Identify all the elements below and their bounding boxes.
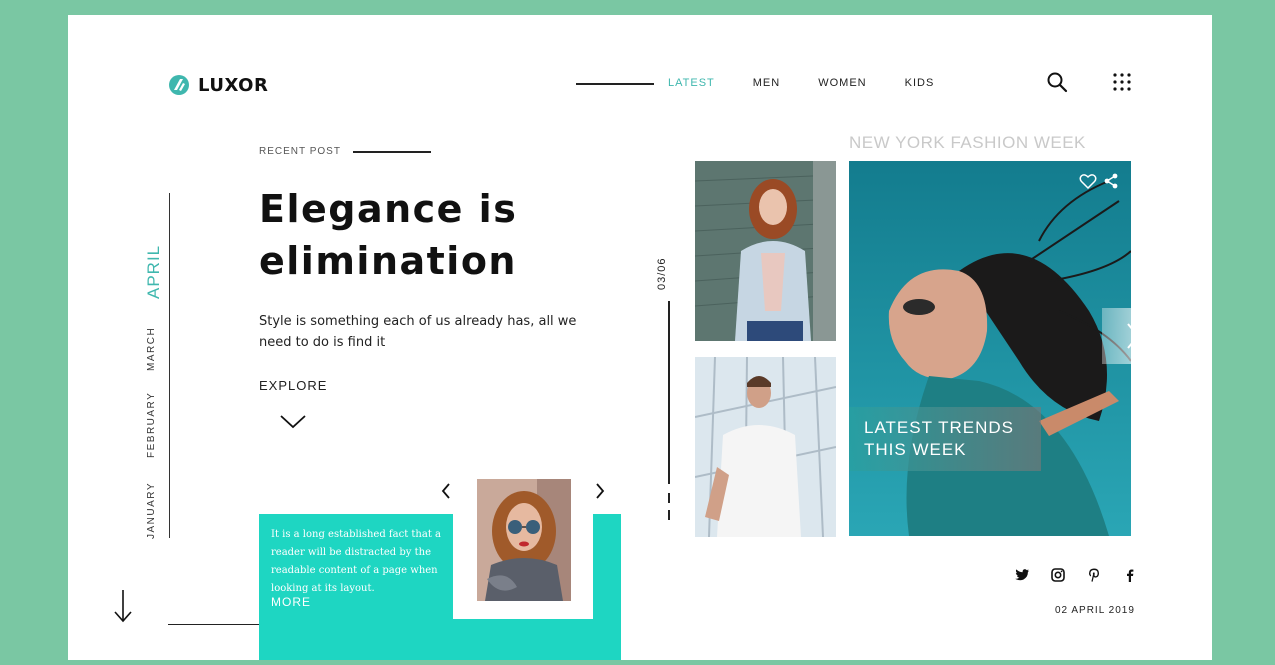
recent-post-label: RECENT POST <box>259 146 341 157</box>
hero-next-button[interactable] <box>1102 308 1172 364</box>
month-january[interactable]: JANUARY <box>146 482 157 539</box>
slider-photo-woman-sunglasses[interactable] <box>477 479 571 601</box>
gallery-photo-man-white-tee[interactable] <box>695 357 836 537</box>
gallery-photo-woman-denim[interactable] <box>695 161 836 341</box>
chevron-left-icon[interactable] <box>440 482 452 500</box>
months-timeline-line <box>169 193 170 538</box>
month-february[interactable]: FEBRUARY <box>146 392 157 458</box>
twitter-icon[interactable] <box>1014 567 1030 583</box>
arrow-down-icon[interactable] <box>112 588 134 624</box>
recent-post-line <box>352 150 431 153</box>
post-title-line2: elimination <box>259 239 517 283</box>
search-icon[interactable] <box>1046 71 1068 93</box>
post-title-line1: Elegance is <box>259 187 518 231</box>
teaser-more-link[interactable]: MORE <box>271 595 311 609</box>
month-march[interactable]: MARCH <box>146 327 157 371</box>
nav-divider-line <box>576 83 654 85</box>
explore-link[interactable]: EXPLORE <box>259 378 327 393</box>
share-icon[interactable] <box>1103 173 1119 189</box>
chevron-down-icon[interactable] <box>279 414 307 430</box>
hero-photo-woman-hair[interactable] <box>849 161 1131 536</box>
chevron-right-icon <box>1127 323 1140 349</box>
nav-item-latest[interactable]: LATEST <box>668 77 715 89</box>
instagram-icon[interactable] <box>1050 567 1066 583</box>
nav-item-men[interactable]: MEN <box>753 77 780 89</box>
pinterest-icon[interactable] <box>1086 567 1102 583</box>
post-subtitle: Style is something each of us already ha… <box>259 314 577 350</box>
grid-menu-icon[interactable] <box>1112 72 1132 92</box>
post-date: 02 APRIL 2019 <box>1055 605 1135 616</box>
gallery-progress-line <box>668 301 670 484</box>
brand-name: LUXOR <box>198 74 269 96</box>
chevron-right-icon[interactable] <box>594 482 606 500</box>
page-card: LUXOR LATEST MEN WOMEN KIDS APRIL MARCH … <box>68 15 1212 660</box>
recent-post-tag: RECENT POST <box>259 146 431 157</box>
feature-heading: NEW YORK FASHION WEEK <box>849 133 1086 152</box>
gallery-counter: 03/06 <box>656 257 668 290</box>
gallery-progress-dash <box>668 510 670 520</box>
month-april[interactable]: APRIL <box>144 245 164 299</box>
trend-banner-text: LATEST TRENDS THIS WEEK <box>864 417 1044 461</box>
logo-mark-icon <box>169 75 189 95</box>
nav-item-kids[interactable]: KIDS <box>905 77 935 89</box>
nav-item-women[interactable]: WOMEN <box>818 77 866 89</box>
social-links <box>1014 567 1138 583</box>
gallery-progress-dash <box>668 493 670 503</box>
post-title: Elegance is elimination <box>259 183 579 287</box>
heart-icon[interactable] <box>1079 173 1097 189</box>
teaser-text: It is a long established fact that a rea… <box>271 529 441 594</box>
main-nav: LATEST MEN WOMEN KIDS <box>668 77 972 89</box>
trend-line2: THIS WEEK <box>864 440 967 459</box>
facebook-icon[interactable] <box>1122 567 1138 583</box>
brand-logo[interactable]: LUXOR <box>168 74 268 96</box>
trend-line1: LATEST TRENDS <box>864 418 1014 437</box>
